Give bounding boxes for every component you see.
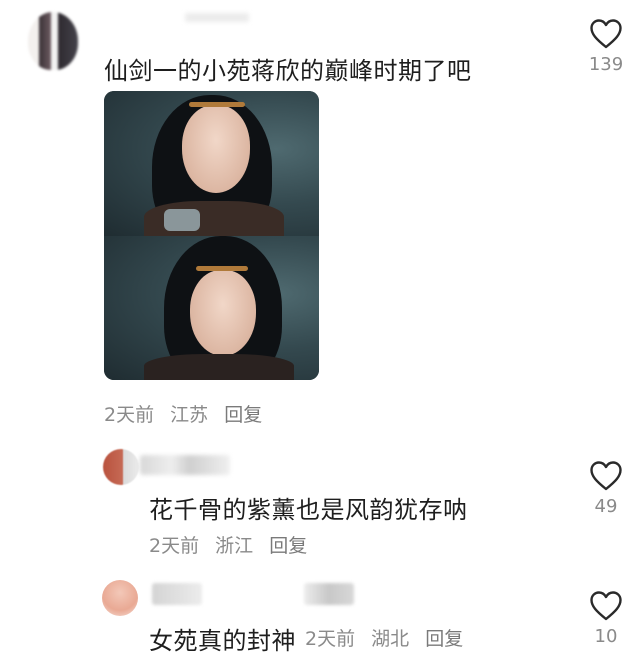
reply-button[interactable]: 回复 <box>224 404 262 426</box>
reply-button[interactable]: 回复 <box>269 535 307 557</box>
like-button[interactable]: 139 <box>586 18 626 75</box>
avatar[interactable] <box>28 12 78 70</box>
comment-meta: 2天前 江苏 回复 <box>104 400 272 427</box>
username-blurred[interactable] <box>140 455 230 475</box>
username-blurred[interactable] <box>185 13 249 22</box>
comment-image[interactable] <box>104 91 319 380</box>
username-blurred[interactable] <box>152 583 202 605</box>
avatar[interactable] <box>103 449 139 485</box>
like-button[interactable]: 49 <box>586 460 626 517</box>
like-count: 49 <box>594 496 618 517</box>
comment-text: 仙剑一的小苑蒋欣的巅峰时期了吧 <box>104 57 472 85</box>
image-frame-top <box>104 91 319 236</box>
like-count: 139 <box>588 54 624 75</box>
like-count: 10 <box>594 626 618 647</box>
heart-outline-icon <box>590 591 622 621</box>
reply-location: 浙江 <box>215 535 254 557</box>
like-button[interactable]: 10 <box>586 590 626 647</box>
heart-outline-icon <box>590 19 622 49</box>
image-frame-bottom <box>104 236 319 380</box>
avatar[interactable] <box>102 580 138 616</box>
comment-location: 江苏 <box>170 404 209 426</box>
heart-outline-icon <box>590 461 622 491</box>
comment-time: 2天前 <box>104 404 155 426</box>
reply-meta: 2天前 浙江 回复 <box>149 531 317 558</box>
reply-text: 女苑真的封神 <box>149 627 296 655</box>
reply-to-username-blurred[interactable] <box>304 583 354 605</box>
reply-time: 2天前 <box>149 535 200 557</box>
reply-text: 花千骨的紫薰也是风韵犹存呐 <box>149 496 468 524</box>
